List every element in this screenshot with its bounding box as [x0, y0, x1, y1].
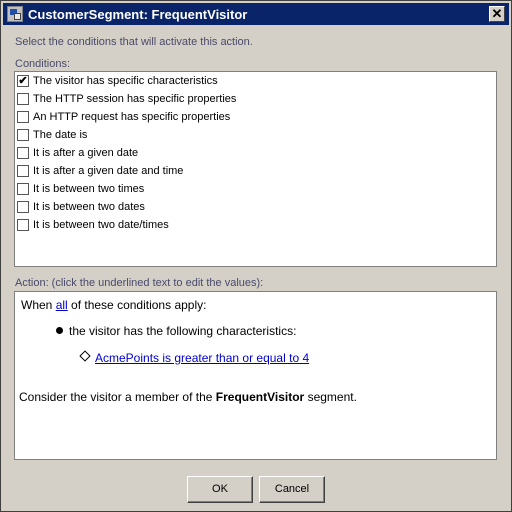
when-suffix: of these conditions apply: — [67, 298, 207, 312]
consider-prefix: Consider the visitor a member of the — [19, 390, 216, 404]
acmepoints-condition: AcmePoints is greater than or equal to 4 — [79, 350, 309, 365]
condition-label: The date is — [33, 129, 88, 141]
ok-button[interactable]: OK — [187, 476, 253, 503]
all-link[interactable]: all — [56, 298, 68, 312]
when-line: When all of these conditions apply: — [21, 298, 206, 312]
bullet-icon — [56, 327, 63, 334]
condition-checkbox[interactable] — [17, 147, 29, 159]
condition-label: The visitor has specific characteristics — [33, 75, 218, 87]
condition-label: The HTTP session has specific properties — [33, 93, 237, 105]
customer-segment-dialog: CustomerSegment: FrequentVisitor ✕ Selec… — [0, 0, 512, 512]
diamond-icon — [79, 350, 91, 362]
title-bar[interactable]: CustomerSegment: FrequentVisitor ✕ — [3, 3, 509, 25]
conditions-label: Conditions: — [15, 58, 71, 70]
conditions-list[interactable]: ✔ The visitor has specific characteristic… — [14, 71, 497, 267]
condition-checkbox[interactable] — [17, 183, 29, 195]
condition-checkbox[interactable] — [17, 219, 29, 231]
action-panel: When all of these conditions apply: the … — [14, 291, 497, 460]
segment-name: FrequentVisitor — [215, 390, 305, 404]
condition-label: It is between two dates — [33, 201, 145, 213]
consider-suffix: segment. — [304, 390, 357, 404]
acmepoints-link[interactable]: AcmePoints is greater than or equal to 4 — [95, 351, 309, 365]
condition-checkbox[interactable] — [17, 93, 29, 105]
app-icon — [7, 6, 23, 22]
bullet-text: the visitor has the following characteri… — [69, 324, 297, 338]
characteristics-bullet: the visitor has the following characteri… — [56, 324, 296, 338]
condition-label: It is after a given date and time — [33, 165, 184, 177]
condition-label: It is after a given date — [33, 147, 139, 159]
close-button[interactable]: ✕ — [489, 6, 505, 22]
condition-checkbox[interactable] — [17, 165, 29, 177]
cancel-button[interactable]: Cancel — [259, 476, 325, 503]
condition-checkbox[interactable] — [17, 201, 29, 213]
condition-label: An HTTP request has specific properties — [33, 111, 231, 123]
condition-label: It is between two date/times — [33, 219, 169, 231]
instruction-text: Select the conditions that will activate… — [15, 36, 253, 48]
condition-checkbox[interactable] — [17, 129, 29, 141]
condition-checkbox[interactable]: ✔ — [17, 75, 29, 87]
when-prefix: When — [21, 298, 56, 312]
condition-label: It is between two times — [33, 183, 145, 195]
consider-line: Consider the visitor a member of the Fre… — [19, 390, 357, 404]
window-title: CustomerSegment: FrequentVisitor — [28, 7, 248, 22]
condition-checkbox[interactable] — [17, 111, 29, 123]
action-label: Action: (click the underlined text to ed… — [15, 277, 264, 289]
